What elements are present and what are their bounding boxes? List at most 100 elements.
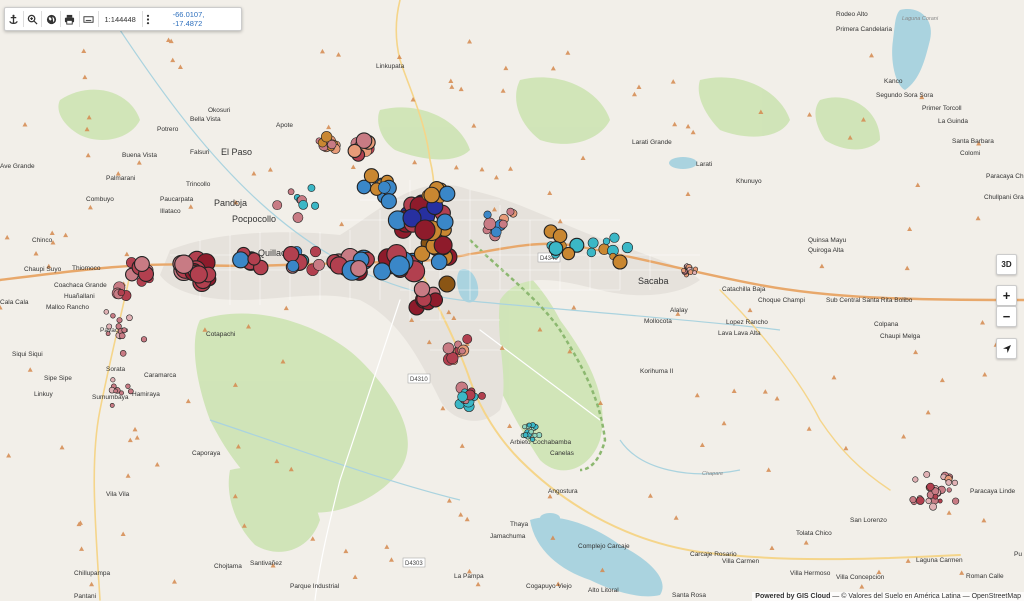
valuation-point[interactable] <box>436 213 454 231</box>
valuation-point[interactable] <box>530 436 536 442</box>
valuation-point[interactable] <box>621 241 634 254</box>
valuation-point[interactable] <box>952 497 960 505</box>
valuation-point[interactable] <box>327 139 337 150</box>
valuation-point[interactable] <box>118 332 126 340</box>
valuation-point[interactable] <box>498 219 508 229</box>
valuation-point[interactable] <box>113 388 118 394</box>
valuation-point[interactable] <box>119 350 127 357</box>
valuation-point[interactable] <box>926 482 935 491</box>
valuation-point[interactable] <box>423 186 440 204</box>
valuation-point[interactable] <box>189 265 208 284</box>
valuation-point[interactable] <box>282 246 300 263</box>
attribution-source2[interactable]: OpenStreetMap <box>972 593 1021 600</box>
view-3d-button[interactable]: 3D <box>996 254 1017 275</box>
valuation-point[interactable] <box>462 334 473 344</box>
valuation-point[interactable] <box>103 309 109 315</box>
valuation-point[interactable] <box>909 496 917 504</box>
valuation-point[interactable] <box>687 269 694 275</box>
valuation-point[interactable] <box>532 432 538 438</box>
valuation-point[interactable] <box>307 184 316 192</box>
valuation-point[interactable] <box>692 270 697 275</box>
valuation-point[interactable] <box>378 181 391 194</box>
anchor-button[interactable] <box>5 8 23 30</box>
valuation-point[interactable] <box>522 432 529 438</box>
valuation-point[interactable] <box>458 347 466 355</box>
valuation-point[interactable] <box>439 185 456 202</box>
valuation-point[interactable] <box>121 327 128 334</box>
valuation-point[interactable] <box>457 391 468 402</box>
map-canvas[interactable]: SacabaQuillacolloPandojaPocpocolloEl Pas… <box>0 0 1024 601</box>
valuation-point[interactable] <box>951 479 958 486</box>
valuation-point[interactable] <box>528 428 534 435</box>
valuation-point[interactable] <box>380 193 397 210</box>
valuation-point[interactable] <box>561 246 576 261</box>
valuation-point[interactable] <box>430 253 448 271</box>
valuation-point[interactable] <box>287 188 295 196</box>
valuation-point[interactable] <box>414 219 436 241</box>
valuation-point[interactable] <box>587 237 599 249</box>
valuation-point[interactable] <box>442 342 455 355</box>
zoom-in-button[interactable]: + <box>996 285 1017 306</box>
valuation-point[interactable] <box>127 388 134 395</box>
valuation-point[interactable] <box>174 254 194 275</box>
valuation-point[interactable] <box>438 275 456 293</box>
valuation-point[interactable] <box>110 377 116 383</box>
valuation-point[interactable] <box>347 143 362 159</box>
valuation-point[interactable] <box>247 252 261 266</box>
valuation-point[interactable] <box>506 207 515 216</box>
valuation-point[interactable] <box>586 247 597 258</box>
valuation-point[interactable] <box>133 256 150 272</box>
valuation-point[interactable] <box>313 258 325 271</box>
valuation-point[interactable] <box>946 487 952 493</box>
valuation-point[interactable] <box>612 254 628 270</box>
valuation-point[interactable] <box>413 281 431 298</box>
valuation-point[interactable] <box>929 502 937 511</box>
locate-button[interactable] <box>996 338 1017 359</box>
attribution-source1[interactable]: Valores del Suelo en América Latina <box>848 593 960 600</box>
valuation-point[interactable] <box>140 336 148 343</box>
valuation-point[interactable] <box>232 251 250 269</box>
valuation-point[interactable] <box>602 237 611 245</box>
keyboard-button[interactable] <box>80 8 98 30</box>
valuation-point[interactable] <box>363 168 380 184</box>
attribution-powered[interactable]: Powered by GIS Cloud <box>755 593 830 600</box>
valuation-point[interactable] <box>483 217 496 231</box>
valuation-point[interactable] <box>388 255 410 277</box>
valuation-point[interactable] <box>945 479 952 486</box>
valuation-point[interactable] <box>483 210 492 219</box>
zoom-button[interactable] <box>24 8 42 30</box>
more-button[interactable] <box>143 8 153 30</box>
valuation-point[interactable] <box>287 260 299 272</box>
valuation-point[interactable] <box>925 497 932 505</box>
valuation-point[interactable] <box>478 392 486 400</box>
valuation-point[interactable] <box>310 246 322 258</box>
valuation-point[interactable] <box>292 212 304 223</box>
valuation-point[interactable] <box>311 201 320 210</box>
valuation-point[interactable] <box>350 260 368 278</box>
valuation-point[interactable] <box>373 262 392 281</box>
valuation-point[interactable] <box>109 402 115 408</box>
valuation-point[interactable] <box>298 200 309 210</box>
globe-button[interactable] <box>42 8 60 30</box>
valuation-point[interactable] <box>526 422 532 428</box>
valuation-point[interactable] <box>937 498 943 504</box>
zoom-out-button[interactable]: − <box>996 306 1017 327</box>
valuation-point[interactable] <box>105 331 111 337</box>
valuation-point[interactable] <box>548 241 564 256</box>
valuation-point[interactable] <box>126 314 133 322</box>
valuation-point[interactable] <box>116 317 123 324</box>
valuation-point[interactable] <box>117 289 125 297</box>
valuation-point[interactable] <box>272 200 283 211</box>
valuation-point[interactable] <box>522 424 528 430</box>
valuation-point[interactable] <box>609 232 620 243</box>
valuation-point[interactable] <box>125 383 131 389</box>
valuation-point[interactable] <box>916 496 925 505</box>
valuation-point[interactable] <box>923 471 931 478</box>
valuation-point[interactable] <box>110 313 116 319</box>
valuation-point[interactable] <box>912 476 919 483</box>
valuation-point[interactable] <box>119 390 124 396</box>
valuation-point[interactable] <box>932 493 939 500</box>
valuation-point[interactable] <box>552 228 568 244</box>
valuation-point[interactable] <box>106 323 113 330</box>
valuation-point[interactable] <box>681 268 687 273</box>
